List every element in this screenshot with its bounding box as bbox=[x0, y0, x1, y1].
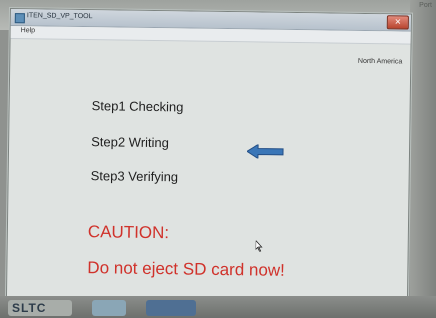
taskbar-item-sltc[interactable]: SLTC bbox=[8, 300, 72, 316]
taskbar: SLTC bbox=[0, 296, 436, 318]
caution-message: Do not eject SD card now! bbox=[87, 258, 285, 280]
step-writing: Step2 Writing bbox=[91, 134, 170, 151]
taskbar-item-settings[interactable] bbox=[92, 300, 126, 316]
corner-label: Port bbox=[419, 2, 432, 9]
arrow-left-icon bbox=[246, 144, 284, 159]
taskbar-item-app[interactable] bbox=[146, 300, 196, 316]
region-label: North America bbox=[357, 57, 403, 66]
main-content: North America Step1 Checking Step2 Writi… bbox=[7, 39, 411, 305]
close-button[interactable]: ✕ bbox=[386, 15, 409, 30]
background-right bbox=[410, 0, 436, 318]
window-title: ITEN_SD_VP_TOOL bbox=[26, 12, 93, 21]
cursor-icon bbox=[255, 240, 263, 252]
close-icon: ✕ bbox=[394, 17, 402, 27]
caution-title: CAUTION: bbox=[87, 222, 170, 243]
menu-help[interactable]: Help bbox=[21, 27, 36, 34]
app-window: ITEN_SD_VP_TOOL ✕ Help North America Ste… bbox=[5, 8, 412, 306]
step-checking: Step1 Checking bbox=[91, 98, 184, 115]
step-verifying: Step3 Verifying bbox=[90, 168, 179, 185]
app-icon bbox=[14, 13, 25, 24]
